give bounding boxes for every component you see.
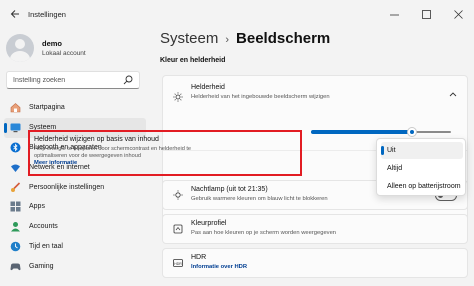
color-profile-description: Pas aan hoe kleuren op je scherm worden … <box>191 230 337 236</box>
search-input[interactable] <box>7 76 119 84</box>
sidebar-nav: Startpagina Systeem Bluetooth en apparat… <box>4 98 146 276</box>
slider-fill <box>311 130 412 134</box>
wifi-icon <box>10 162 21 173</box>
adaptive-title: Helderheid wijzigen op basis van inhoud <box>34 136 159 143</box>
sidebar-item-startpagina[interactable]: Startpagina <box>4 98 146 118</box>
adaptive-description-line2: optimaliseren voor de weergegeven inhoud <box>34 153 141 159</box>
dropdown-option-altijd[interactable]: Altijd <box>381 160 463 177</box>
globe-clock-icon <box>10 241 21 252</box>
content-adaptive-brightness-setting: Helderheid wijzigen op basis van inhoud … <box>28 130 302 176</box>
search-icon[interactable] <box>123 75 133 85</box>
search-box <box>6 71 140 89</box>
hdr-link[interactable]: Informatie over HDR <box>191 264 247 270</box>
window-controls <box>378 0 474 28</box>
sidebar-item-accounts[interactable]: Accounts <box>4 217 146 237</box>
section-title: Kleur en helderheid <box>160 57 226 64</box>
color-profile-icon <box>173 224 183 234</box>
maximize-icon[interactable] <box>410 0 442 28</box>
sidebar-item-tijd-en-taal[interactable]: Tijd en taal <box>4 237 146 257</box>
breadcrumb: Systeem › Beeldscherm <box>160 30 330 47</box>
sidebar-item-label: Apps <box>29 203 45 211</box>
monitor-icon <box>10 122 21 133</box>
avatar <box>6 34 34 62</box>
breadcrumb-separator: › <box>225 34 230 46</box>
apps-icon <box>10 201 21 212</box>
dropdown-option-batterij[interactable]: Alleen op batterijstroom <box>381 178 463 195</box>
hdr-icon: HDR <box>173 259 183 267</box>
close-icon[interactable] <box>442 0 474 28</box>
more-info-link[interactable]: Meer informatie <box>34 160 77 166</box>
sidebar-item-gaming[interactable]: Gaming <box>4 256 146 276</box>
adaptive-description-line1: Help energie te besparen door schermcont… <box>34 146 192 152</box>
sidebar-item-persoonlijk[interactable]: Persoonlijke instellingen <box>4 177 146 197</box>
brightness-title: Helderheid <box>191 84 225 91</box>
title-bar: Instellingen <box>0 0 474 28</box>
brightness-moon-icon <box>173 190 183 200</box>
breadcrumb-parent[interactable]: Systeem <box>160 30 218 47</box>
bluetooth-icon <box>10 142 21 153</box>
svg-text:HDR: HDR <box>174 262 182 266</box>
night-light-title: Nachtlamp (uit tot 21:35) <box>191 186 268 193</box>
sidebar-item-label: Gaming <box>29 262 54 270</box>
sidebar-item-label: Accounts <box>29 223 58 231</box>
night-light-description: Gebruik warmere kleuren om blauw licht t… <box>191 196 328 202</box>
sun-icon <box>173 92 183 102</box>
sidebar-item-label: Persoonlijke instellingen <box>29 183 105 191</box>
user-profile[interactable]: demo Lokaal account <box>6 34 86 62</box>
window-title: Instellingen <box>28 9 66 19</box>
sidebar-item-label: Tijd en taal <box>29 242 63 250</box>
color-profile-card[interactable]: Kleurprofiel Pas aan hoe kleuren op je s… <box>162 214 468 244</box>
brush-icon <box>10 182 21 193</box>
user-name: demo <box>42 39 63 48</box>
hdr-card[interactable]: HDR HDR Informatie over HDR <box>162 248 468 278</box>
page-title: Beeldscherm <box>236 30 331 47</box>
account-type: Lokaal account <box>42 50 86 57</box>
sidebar-item-apps[interactable]: Apps <box>4 197 146 217</box>
minimize-icon[interactable] <box>378 0 410 28</box>
color-profile-title: Kleurprofiel <box>191 220 227 227</box>
brightness-description: Helderheid van het ingebouwde beeldscher… <box>191 94 330 100</box>
person-icon <box>10 221 21 232</box>
gamepad-icon <box>10 261 21 272</box>
brightness-slider[interactable] <box>311 127 451 137</box>
slider-thumb[interactable] <box>406 127 417 137</box>
chevron-up-icon[interactable] <box>449 90 457 99</box>
back-arrow-icon[interactable] <box>4 3 26 25</box>
adaptive-brightness-dropdown[interactable]: Uit Altijd Alleen op batterijstroom <box>376 138 466 196</box>
sidebar-item-label: Startpagina <box>29 104 65 112</box>
home-icon <box>10 102 21 113</box>
dropdown-option-uit[interactable]: Uit <box>381 142 463 159</box>
hdr-title: HDR <box>191 254 207 261</box>
